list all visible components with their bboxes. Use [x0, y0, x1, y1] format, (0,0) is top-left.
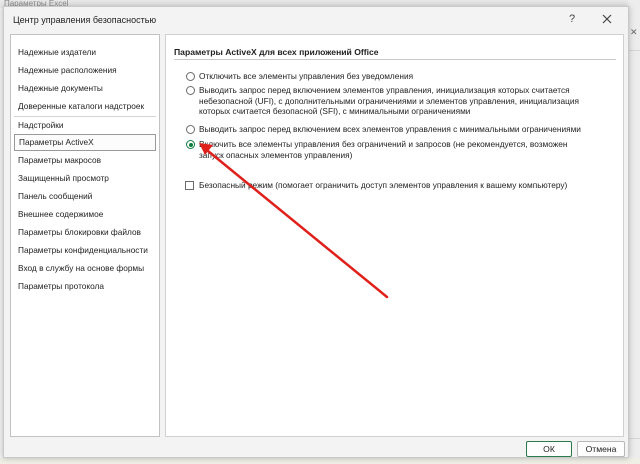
background-sheet-strip: [0, 458, 640, 464]
close-icon: [602, 14, 612, 24]
nav-item-trusted-locations[interactable]: Надежные расположения: [14, 62, 156, 79]
nav-item-form-based-signin[interactable]: Вход в службу на основе формы: [14, 260, 156, 277]
radio-button[interactable]: [186, 72, 195, 81]
option-label: Выводить запрос перед включением элемент…: [199, 85, 579, 116]
section-divider: [174, 59, 616, 60]
dialog-titlebar: Центр управления безопасностью ?: [4, 7, 628, 33]
nav-item-message-bar[interactable]: Панель сообщений: [14, 188, 156, 205]
safe-mode-label: Безопасный режим (помогает ограничить до…: [199, 180, 568, 190]
option-label: Включить все элементы управления без огр…: [199, 139, 568, 160]
close-button[interactable]: [597, 11, 617, 27]
background-close-icon: ✕: [630, 27, 638, 37]
nav-item-macro-settings[interactable]: Параметры макросов: [14, 152, 156, 169]
ok-button[interactable]: ОК: [526, 441, 572, 457]
nav-item-addins[interactable]: Надстройки: [14, 117, 156, 134]
nav-item-external-content[interactable]: Внешнее содержимое: [14, 206, 156, 223]
categories-list: Надежные издатели Надежные расположения …: [10, 34, 160, 437]
help-button[interactable]: ?: [569, 13, 575, 25]
cancel-button[interactable]: Отмена: [577, 441, 625, 457]
background-divider: [628, 50, 640, 51]
option-label: Выводить запрос перед включением всех эл…: [199, 124, 581, 134]
background-divider: [628, 438, 640, 439]
option-label: Отключить все элементы управления без ув…: [199, 71, 414, 81]
radio-button-selected[interactable]: [186, 140, 195, 149]
trust-center-dialog: Центр управления безопасностью ? Надежны…: [3, 6, 629, 458]
nav-item-protected-view[interactable]: Защищенный просмотр: [14, 170, 156, 187]
nav-item-trusted-documents[interactable]: Надежные документы: [14, 80, 156, 97]
background-window-edge: ✕: [628, 0, 640, 464]
activex-settings-panel: Параметры ActiveX для всех приложений Of…: [165, 34, 624, 437]
nav-item-protocol-settings[interactable]: Параметры протокола: [14, 278, 156, 295]
dialog-title: Центр управления безопасностью: [13, 15, 157, 25]
radio-button[interactable]: [186, 125, 195, 134]
radio-button[interactable]: [186, 86, 195, 95]
nav-item-file-block-settings[interactable]: Параметры блокировки файлов: [14, 224, 156, 241]
nav-item-trusted-publishers[interactable]: Надежные издатели: [14, 44, 156, 61]
nav-item-activex-settings[interactable]: Параметры ActiveX: [14, 134, 156, 151]
nav-item-trusted-addin-catalogs[interactable]: Доверенные каталоги надстроек: [14, 98, 156, 115]
section-title: Параметры ActiveX для всех приложений Of…: [174, 47, 379, 57]
nav-item-privacy-options[interactable]: Параметры конфиденциальности: [14, 242, 156, 259]
safe-mode-checkbox[interactable]: [185, 181, 194, 190]
